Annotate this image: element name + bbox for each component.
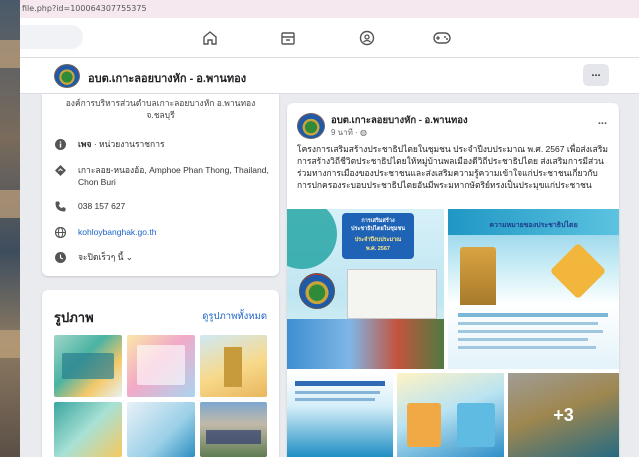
banner-title-line4: พ.ศ. 2567	[366, 246, 390, 252]
banner-crowd-photo	[287, 319, 444, 369]
category-row: เพจ · หน่วยงานราชการ	[54, 138, 165, 150]
photo-thumbnail[interactable]	[127, 335, 195, 397]
more-photos-overlay[interactable]: +3	[508, 373, 619, 457]
intro-card: องค์การบริหารส่วนตำบลเกาะลอยบางหัก อ.พาน…	[42, 94, 279, 276]
photos-card: รูปภาพ ดูรูปภาพทั้งหมด	[42, 290, 279, 457]
page-header: อบต.เกาะลอยบางหัก - อ.พานทอง ...	[20, 58, 639, 94]
post-image-more[interactable]: +3	[508, 373, 619, 457]
website-row: kohloybanghak.go.th	[54, 226, 156, 238]
phone-icon	[54, 200, 66, 212]
banner-title-line1: การเสริมสร้าง	[361, 218, 395, 224]
website-link[interactable]: kohloybanghak.go.th	[78, 226, 156, 238]
post-image-thumb[interactable]	[397, 373, 504, 457]
groups-icon[interactable]	[357, 28, 377, 48]
page-logo[interactable]	[54, 64, 80, 88]
location-icon	[54, 164, 66, 176]
photo-thumbnail[interactable]	[127, 402, 195, 457]
post-image-banner[interactable]: การเสริมสร้าง ประชาธิปไตยในชุมชน ประจำปี…	[287, 209, 444, 369]
page-title[interactable]: อบต.เกาะลอยบางหัก - อ.พานทอง	[88, 69, 246, 87]
address-text: เกาะลอย-หนองอ้อ, Amphoe Phan Thong, Thai…	[78, 165, 269, 187]
phone-text[interactable]: 038 157 627	[78, 200, 125, 212]
category-prefix: เพจ	[78, 139, 92, 149]
post-image-infographic[interactable]: ความหมายของประชาธิปไตย	[448, 209, 619, 369]
hours-row: จะปิดเร็วๆ นี้ ⌄	[54, 251, 133, 263]
gaming-icon[interactable]	[432, 28, 452, 48]
marketplace-icon[interactable]	[278, 28, 298, 48]
photo-thumbnail[interactable]	[200, 402, 267, 457]
globe-icon	[54, 226, 66, 238]
home-icon[interactable]	[200, 28, 220, 48]
post-text: โครงการเสริมสร้างประชาธิปไตยในชุมชน ประจ…	[297, 144, 609, 190]
infographic-heading: ความหมายของประชาธิปไตย	[489, 222, 578, 229]
more-options-button[interactable]: ...	[583, 64, 609, 86]
organization-description: องค์การบริหารส่วนตำบลเกาะลอยบางหัก อ.พาน…	[65, 98, 256, 120]
post-options-button[interactable]: ...	[598, 115, 607, 127]
photo-thumbnail[interactable]	[54, 402, 122, 457]
banner-title-line3: ประจำปีงบประมาณ	[354, 237, 402, 243]
banner-title-line2: ประชาธิปไตยในชุมชน	[351, 226, 405, 232]
photo-thumbnail[interactable]	[54, 335, 122, 397]
photos-title: รูปภาพ	[54, 310, 94, 325]
post-author-avatar[interactable]	[297, 113, 325, 139]
search-input[interactable]	[20, 25, 83, 49]
banner-logo	[299, 273, 335, 309]
background-edge	[0, 0, 20, 457]
clock-icon	[54, 251, 66, 263]
url-text: file.php?id=100064307755375	[22, 4, 147, 13]
banner-building-photo	[347, 269, 437, 319]
top-navigation	[20, 18, 639, 58]
category-text: · หน่วยงานราชการ	[91, 139, 165, 149]
hours-text[interactable]: จะปิดเร็วๆ นี้ ⌄	[78, 251, 133, 263]
info-icon	[54, 138, 66, 150]
post-image-thumb[interactable]	[287, 373, 393, 457]
see-all-photos-link[interactable]: ดูรูปภาพทั้งหมด	[202, 309, 267, 324]
post-timestamp[interactable]: 9 นาที · ◍	[331, 126, 367, 139]
address-row: เกาะลอย-หนองอ้อ, Amphoe Phan Thong, Thai…	[54, 164, 279, 188]
post-card: อบต.เกาะลอยบางหัก - อ.พานทอง 9 นาที · ◍ …	[287, 103, 619, 457]
photo-thumbnail[interactable]	[200, 335, 267, 397]
phone-row: 038 157 627	[54, 200, 125, 212]
address-bar[interactable]: file.php?id=100064307755375	[20, 0, 639, 18]
